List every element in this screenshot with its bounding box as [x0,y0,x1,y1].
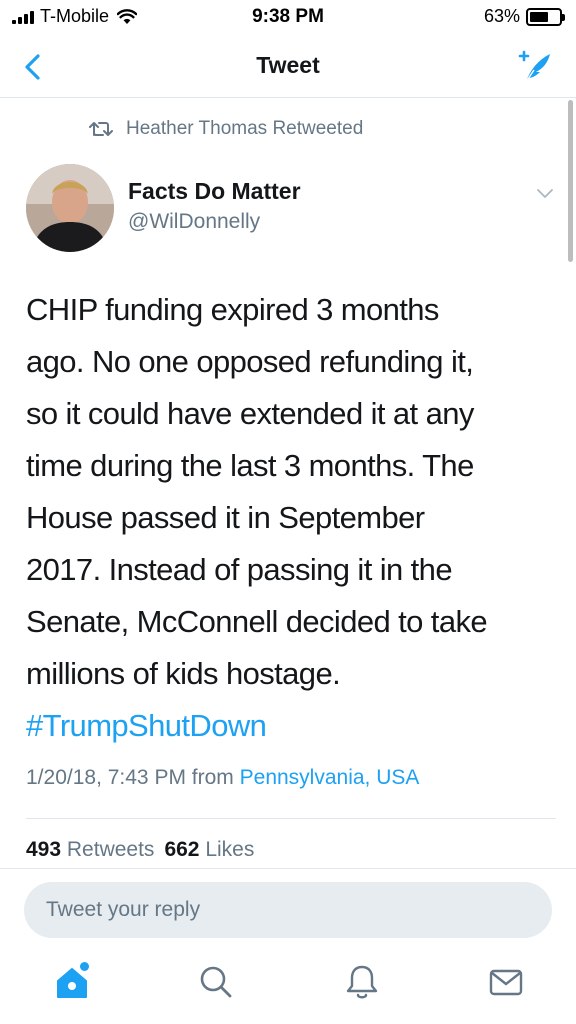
avatar-photo [26,164,114,252]
tweet-text: CHIP funding expired 3 months ago. No on… [26,284,556,700]
divider [0,868,576,869]
status-right: 63% [483,6,565,27]
retweets-label: Retweets [66,838,155,861]
retweets-count: 493 [26,838,62,861]
page-title: Tweet [256,52,320,78]
retweet-context-label: Heather Thomas Retweeted [126,118,364,139]
chevron-down-icon[interactable] [536,186,554,200]
likes-label: Likes [205,838,255,861]
chevron-left-icon[interactable] [18,50,48,84]
tweet-line: House passed it in September [26,500,425,535]
retweet-context[interactable]: Heather Thomas Retweeted [88,118,363,140]
location-link[interactable]: Pennsylvania, USA [240,766,420,789]
notifications-icon[interactable] [342,962,382,1002]
tweet-timestamp: 1/20/18, 7:43 PM [26,766,186,789]
battery-icon [526,7,565,26]
author-handle[interactable]: @WilDonnelly [128,210,260,234]
nav-bar: Tweet [0,36,576,98]
battery-percent: 63% [483,6,520,26]
tab-bar [0,950,576,1024]
tweet-stats: 493 Retweets 662 Likes [26,838,254,862]
author-name[interactable]: Facts Do Matter [128,178,301,205]
tweet-line: ago. No one opposed refunding it, [26,344,474,379]
hashtag-link[interactable]: #TrumpShutDown [26,700,267,752]
reply-input[interactable] [24,882,552,938]
tweet-line: time during the last 3 months. The [26,448,474,483]
tweet-meta: 1/20/18, 7:43 PM from Pennsylvania, USA [26,766,419,790]
from-label: from [191,766,234,789]
retweet-icon [89,122,113,136]
home-unread-dot [80,962,89,971]
scrollbar[interactable] [568,100,573,262]
retweets-stat[interactable]: 493 Retweets [26,838,154,861]
divider [26,818,556,819]
likes-count: 662 [164,838,200,861]
tweet-line: CHIP funding expired 3 months [26,292,439,327]
likes-stat[interactable]: 662 Likes [164,838,254,861]
compose-tweet-icon[interactable] [514,48,554,88]
messages-icon[interactable] [486,962,526,1002]
status-bar: T-Mobile 9:38 PM 63% [0,0,576,36]
avatar[interactable] [26,164,114,252]
tweet-line: millions of kids hostage. [26,656,341,691]
tweet-line: Senate, McConnell decided to take [26,604,488,639]
tweet-line: so it could have extended it at any [26,396,474,431]
tweet-line: 2017. Instead of passing it in the [26,552,453,587]
search-icon[interactable] [196,962,236,1002]
